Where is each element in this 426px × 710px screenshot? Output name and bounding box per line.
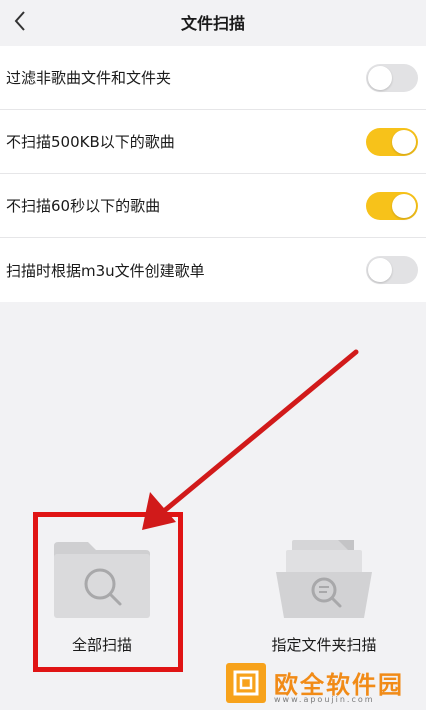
header-bar: 文件扫描 — [0, 0, 426, 46]
scan-folder-button[interactable]: 指定文件夹扫描 — [244, 530, 404, 670]
setting-label: 过滤非歌曲文件和文件夹 — [6, 69, 172, 87]
toggle-switch-filter[interactable] — [366, 64, 418, 92]
page-title: 文件扫描 — [180, 14, 245, 33]
scan-folder-label: 指定文件夹扫描 — [271, 636, 377, 654]
toggle-knob — [392, 130, 416, 154]
settings-list: 过滤非歌曲文件和文件夹 不扫描500KB以下的歌曲 不扫描60秒以下的歌曲 扫描… — [0, 46, 426, 302]
watermark: 欧全软件园 www.apoujin.com — [226, 661, 422, 707]
toggle-knob — [368, 258, 392, 282]
folder-document-search-icon — [276, 540, 372, 618]
toggle-switch-size[interactable] — [366, 128, 418, 156]
setting-row-duration: 不扫描60秒以下的歌曲 — [0, 174, 426, 238]
highlight-box — [33, 512, 183, 672]
setting-row-m3u: 扫描时根据m3u文件创建歌单 — [0, 238, 426, 302]
watermark-url: www.apoujin.com — [274, 695, 375, 704]
setting-label: 扫描时根据m3u文件创建歌单 — [6, 261, 205, 280]
setting-label: 不扫描500KB以下的歌曲 — [6, 133, 175, 151]
setting-row-filter: 过滤非歌曲文件和文件夹 — [0, 46, 426, 110]
toggle-switch-m3u[interactable] — [366, 256, 418, 284]
watermark-logo — [226, 663, 266, 703]
toggle-switch-duration[interactable] — [366, 192, 418, 220]
toggle-knob — [368, 66, 392, 90]
setting-label: 不扫描60秒以下的歌曲 — [6, 197, 161, 215]
toggle-knob — [392, 194, 416, 218]
setting-row-size: 不扫描500KB以下的歌曲 — [0, 110, 426, 174]
